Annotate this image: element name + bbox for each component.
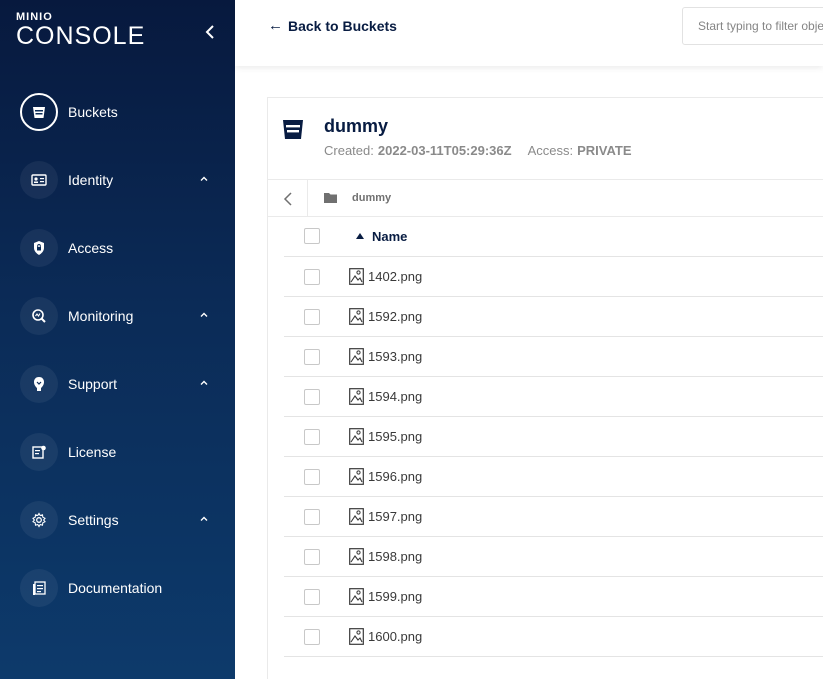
access-label: Access: [527,143,574,158]
table-row[interactable]: 1592.png [284,297,823,337]
image-file-icon [349,388,364,405]
select-all-checkbox[interactable] [304,228,320,244]
column-name-header[interactable]: Name [372,229,407,244]
collapse-sidebar-button[interactable] [200,22,220,42]
file-name: 1600.png [368,629,423,644]
created-label: Created: [324,143,374,158]
file-name: 1599.png [368,589,423,604]
file-name: 1596.png [368,469,423,484]
sort-ascending-icon [356,233,364,239]
image-file-icon [349,508,364,525]
monitoring-icon [20,297,58,335]
back-link-label: Back to Buckets [288,17,397,34]
arrow-left-icon: ← [268,17,283,34]
row-checkbox[interactable] [304,309,320,325]
row-checkbox[interactable] [304,349,320,365]
image-file-icon [349,548,364,565]
file-name: 1593.png [368,349,423,364]
chevron-up-icon [200,312,208,317]
id-card-icon [20,161,58,199]
row-checkbox[interactable] [304,589,320,605]
bucket-meta: Created: 2022-03-11T05:29:36Z Access: PRIVA… [324,143,648,158]
bucket-header: dummy Created: 2022-03-11T05:29:36Z Access… [268,98,823,180]
back-to-buckets-link[interactable]: ← Back to Buckets [268,17,397,34]
minio-console-logo[interactable]: MINIO CONSOLE [16,12,146,50]
sidebar-item-buckets[interactable]: Buckets [20,93,220,131]
lock-icon [20,229,58,267]
table-row[interactable]: 1599.png [284,577,823,617]
sidebar-item-identity[interactable]: Identity [20,161,220,199]
created-value: 2022-03-11T05:29:36Z [377,143,512,158]
license-icon [20,433,58,471]
table-row[interactable]: 1600.png [284,617,823,657]
documentation-icon [20,569,58,607]
chevron-up-icon [200,380,208,385]
breadcrumb: dummy [268,180,823,217]
file-name: 1595.png [368,429,423,444]
filter-objects-input[interactable] [682,7,823,45]
file-name: 1594.png [368,389,423,404]
bucket-icon [20,93,58,131]
image-file-icon [349,468,364,485]
support-icon [20,365,58,403]
bucket-browser-panel: dummy Created: 2022-03-11T05:29:36Z Access… [267,97,823,679]
row-checkbox[interactable] [304,549,320,565]
file-name: 1402.png [368,269,423,284]
image-file-icon [349,588,364,605]
sidebar-item-label: Support [68,376,118,392]
row-checkbox[interactable] [304,509,320,525]
file-name: 1597.png [368,509,423,524]
image-file-icon [349,428,364,445]
access-value: PRIVATE [577,143,632,158]
sidebar-item-monitoring[interactable]: Monitoring [20,297,220,335]
row-checkbox[interactable] [304,429,320,445]
logo-product: CONSOLE [16,22,146,50]
top-header: ← Back to Buckets [235,0,823,66]
image-file-icon [349,308,364,325]
sidebar-item-label: Identity [68,172,114,188]
sidebar-item-label: License [68,444,117,460]
sidebar-item-label: Buckets [68,104,118,120]
chevron-up-icon [200,516,208,521]
table-header: Name [284,217,823,257]
image-file-icon [349,268,364,285]
table-row[interactable]: 1597.png [284,497,823,537]
row-checkbox[interactable] [304,269,320,285]
breadcrumb-back-button[interactable] [268,180,308,217]
sidebar-item-settings[interactable]: Settings [20,501,220,539]
table-row[interactable]: 1594.png [284,377,823,417]
table-row[interactable]: 1596.png [284,457,823,497]
sidebar-item-access[interactable]: Access [20,229,220,267]
file-name: 1598.png [368,549,423,564]
sidebar-item-label: Settings [68,512,119,528]
chevron-up-icon [200,176,208,181]
table-row[interactable]: 1593.png [284,337,823,377]
sidebar-item-support[interactable]: Support [20,365,220,403]
image-file-icon [349,348,364,365]
row-checkbox[interactable] [304,389,320,405]
folder-icon [324,193,337,203]
file-name: 1592.png [368,309,423,324]
bucket-name: dummy [324,116,389,136]
table-row[interactable]: 1598.png [284,537,823,577]
sidebar: MINIO CONSOLE Buckets Identity Access Mo… [0,0,235,679]
image-file-icon [349,628,364,645]
table-row[interactable]: 1402.png [284,257,823,297]
sidebar-item-documentation[interactable]: Documentation [20,569,220,607]
breadcrumb-path[interactable]: dummy [352,192,391,204]
sidebar-item-label: Access [68,240,114,256]
row-checkbox[interactable] [304,629,320,645]
bucket-icon [283,120,303,139]
row-checkbox[interactable] [304,469,320,485]
sidebar-item-label: Monitoring [68,308,134,324]
sidebar-item-label: Documentation [68,580,163,596]
sidebar-item-license[interactable]: License [20,433,220,471]
table-row[interactable]: 1595.png [284,417,823,457]
gear-icon [20,501,58,539]
chevron-left-icon [283,191,292,206]
chevron-left-icon [205,25,214,39]
